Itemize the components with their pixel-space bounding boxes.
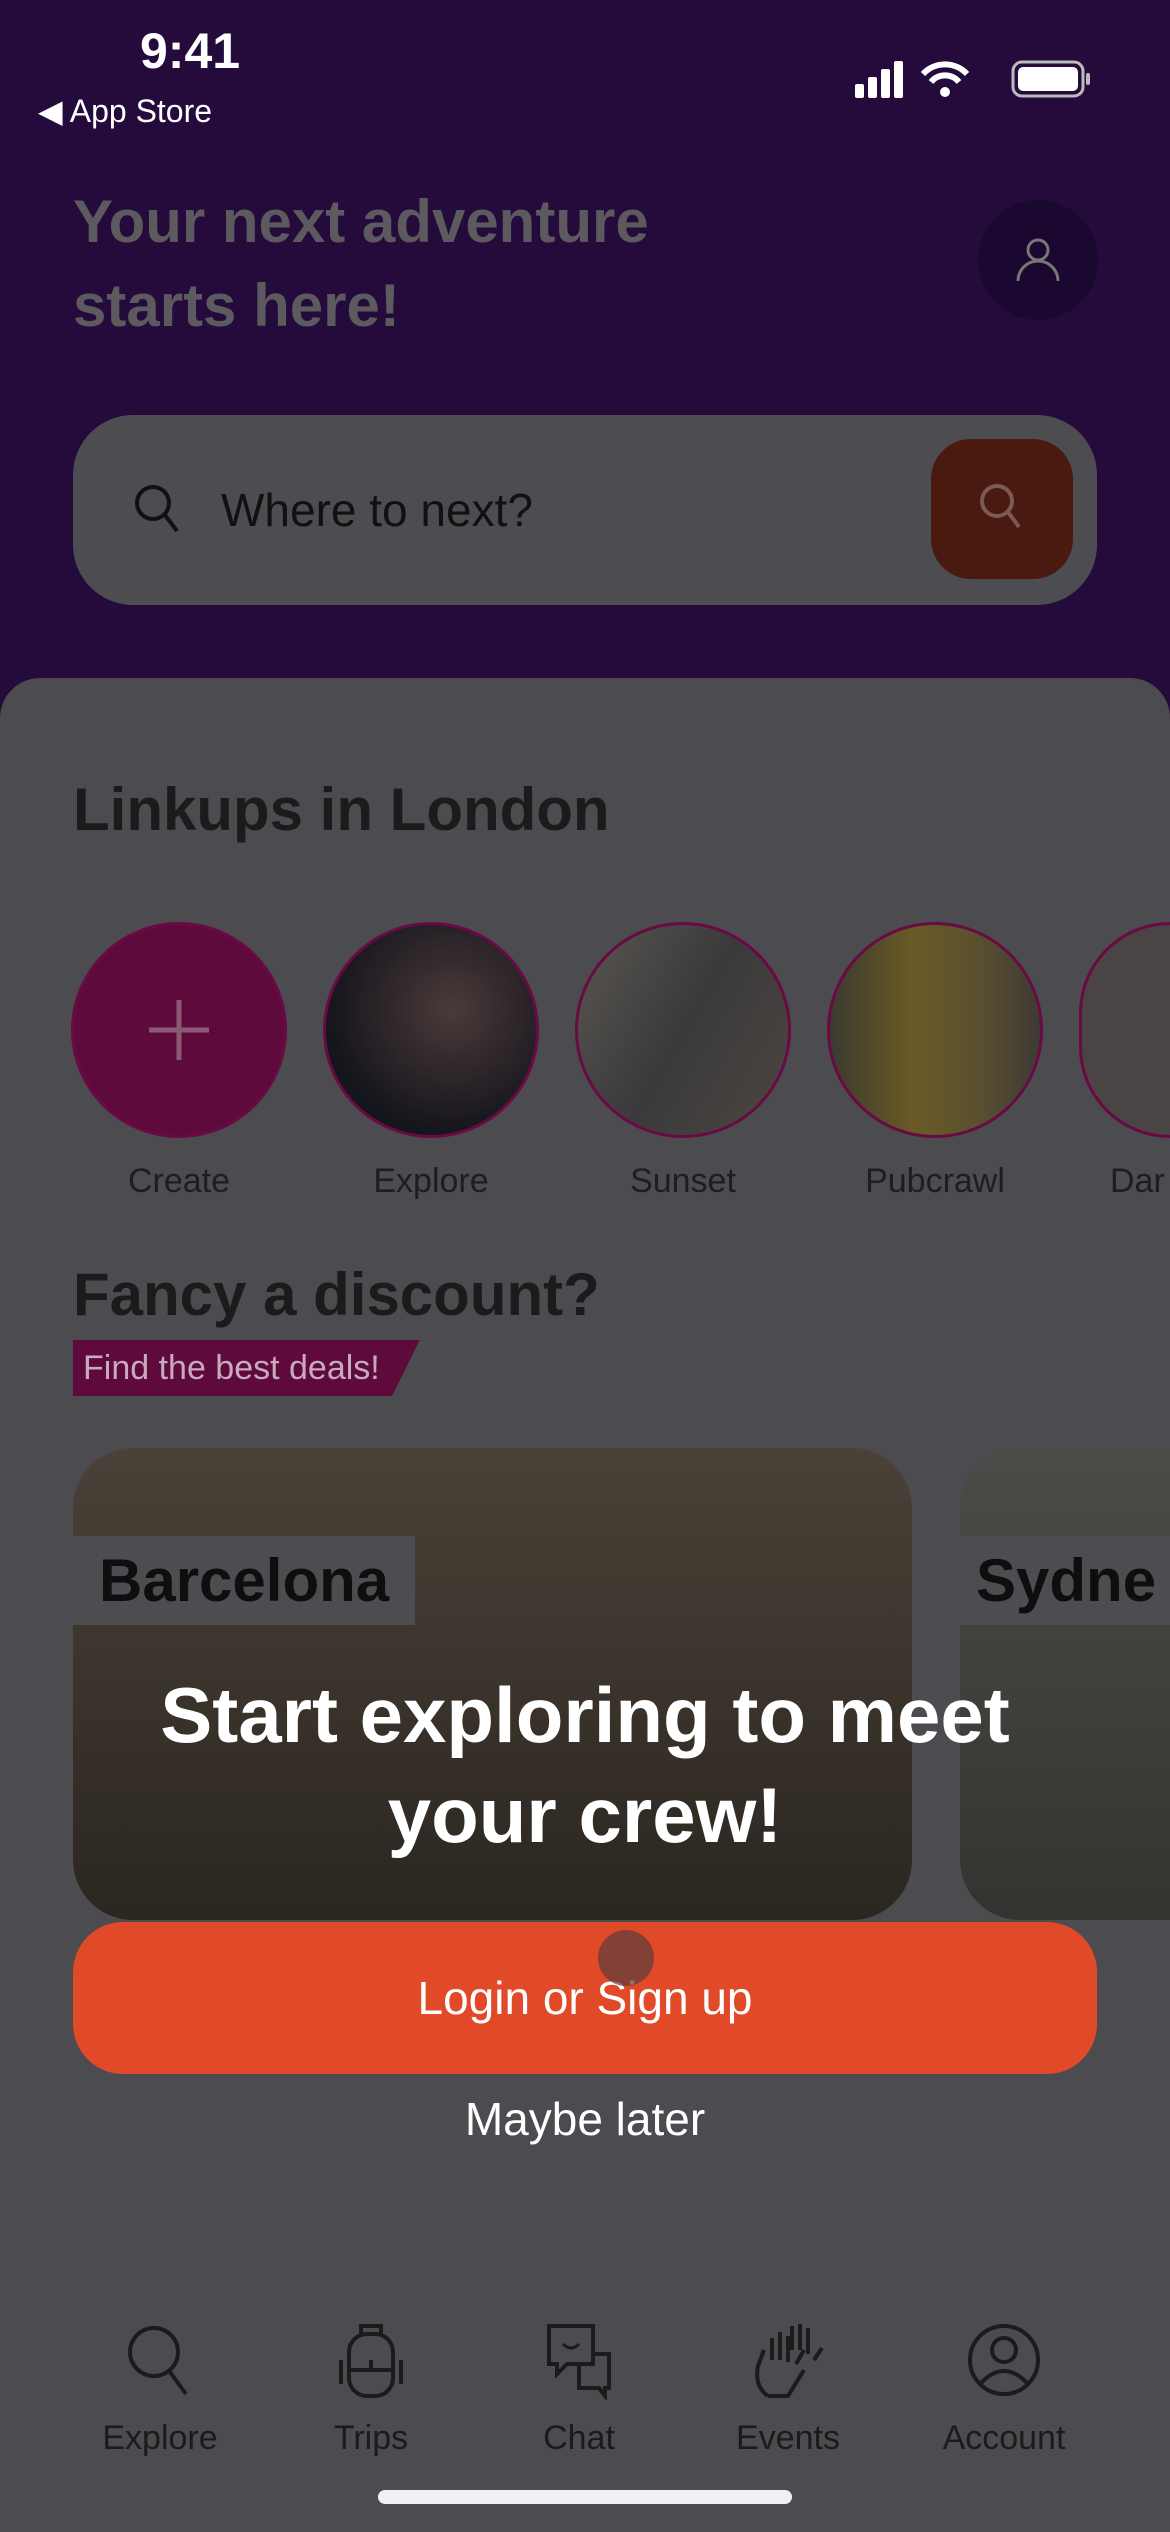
- card-label: Barcelona: [73, 1536, 416, 1625]
- linkup-label: Sunset: [630, 1162, 736, 1200]
- tab-label: Explore: [102, 2419, 218, 2457]
- search-icon: [128, 2326, 188, 2396]
- person-icon: [1016, 238, 1060, 282]
- status-icons: [855, 58, 1095, 105]
- tab-label: Chat: [543, 2419, 615, 2457]
- tab-explore[interactable]: Explore: [60, 2320, 260, 2458]
- tab-label: Events: [736, 2419, 840, 2457]
- status-time: 9:41: [140, 23, 241, 79]
- touch-indicator: [598, 1930, 654, 1986]
- search-input[interactable]: Where to next?: [73, 415, 1097, 605]
- account-icon: [968, 2324, 1040, 2396]
- search-icon: [980, 484, 1021, 529]
- search-button[interactable]: [931, 439, 1073, 579]
- tab-label: Account: [942, 2419, 1066, 2457]
- linkup-pubcrawl[interactable]: [827, 922, 1043, 1138]
- search-icon: [135, 485, 179, 533]
- linkup-explore[interactable]: [323, 922, 539, 1138]
- chat-icon: [547, 2324, 611, 2402]
- linkup-label: Create: [127, 1162, 231, 1200]
- tab-label: Trips: [333, 2419, 409, 2457]
- login-signup-button[interactable]: Login or Sign up: [73, 1922, 1097, 2074]
- home-indicator[interactable]: [378, 2490, 792, 2504]
- tab-chat[interactable]: Chat: [479, 2320, 679, 2458]
- tab-events[interactable]: Events: [688, 2320, 888, 2458]
- deals-badge: Find the best deals!: [73, 1340, 420, 1396]
- prompt-message: Start exploring to meet your crew!: [160, 1671, 1010, 1859]
- tab-account[interactable]: Account: [904, 2320, 1104, 2458]
- discount-title: Fancy a discount?: [73, 1261, 600, 1328]
- tab-trips[interactable]: Trips: [271, 2320, 471, 2458]
- back-label: App Store: [69, 93, 213, 129]
- maybe-later-button[interactable]: Maybe later: [0, 2092, 1170, 2146]
- signal-wifi-battery-icon: [855, 60, 1090, 98]
- back-to-app-store[interactable]: ◀ App Store: [38, 92, 212, 130]
- linkup-label: Dar: [1110, 1162, 1165, 1200]
- profile-button[interactable]: [978, 200, 1098, 320]
- linkups-title: Linkups in London: [73, 776, 610, 843]
- page-title: Your next adventure starts here!: [73, 188, 649, 339]
- plus-icon: [149, 1000, 209, 1060]
- linkup-label: Pubcrawl: [865, 1162, 1005, 1200]
- create-linkup-button[interactable]: [71, 922, 287, 1138]
- high-five-icon: [755, 2324, 824, 2398]
- linkup-label: Explore: [373, 1162, 489, 1200]
- backpack-icon: [339, 2324, 403, 2398]
- card-label: Sydne: [960, 1536, 1170, 1625]
- linkup-sunset[interactable]: [575, 922, 791, 1138]
- search-placeholder: Where to next?: [221, 484, 533, 536]
